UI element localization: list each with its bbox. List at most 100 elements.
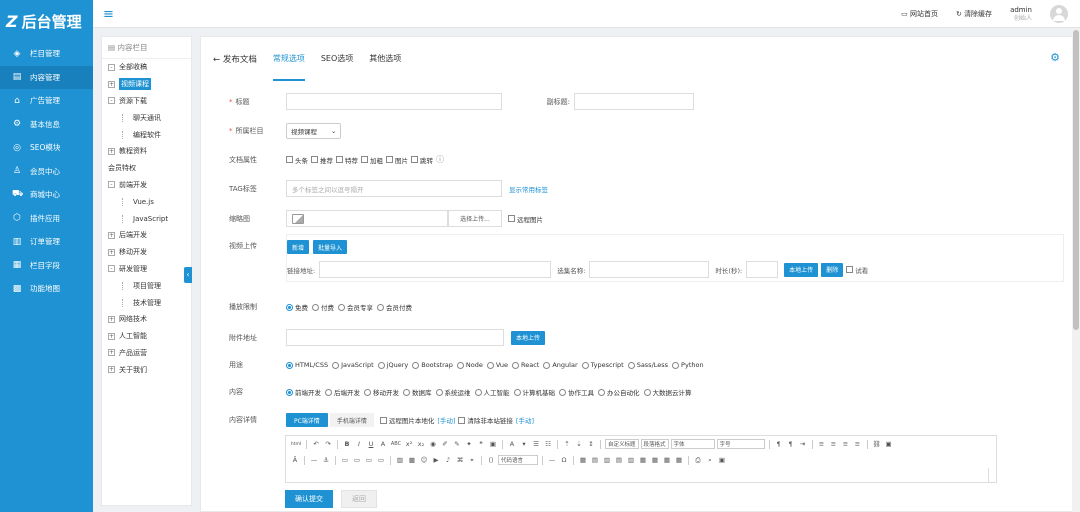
format-icon[interactable]: ◉ — [428, 439, 438, 449]
search-icon[interactable]: ⌕ — [705, 455, 715, 465]
user-info[interactable]: admin 创始人 — [1010, 6, 1032, 22]
redo-icon[interactable]: ↷ — [323, 439, 333, 449]
scrollbar-thumb[interactable] — [1073, 30, 1079, 330]
checkbox-attr-list-1[interactable]: 推荐 — [311, 155, 333, 165]
radio-play-list-0[interactable]: 免费 — [286, 302, 308, 312]
radio-content-list-0[interactable]: 前端开发 — [286, 387, 321, 397]
tag-input[interactable]: 多个标签之间以逗号隔开 — [286, 180, 502, 197]
radio-content-list-6[interactable]: 计算机基础 — [513, 387, 555, 397]
radio-use-list-5[interactable]: Vue — [486, 361, 508, 369]
strip-links-manual-link[interactable]: [手动] — [516, 415, 534, 425]
app-logo[interactable]: Z 后台管理 — [0, 0, 93, 42]
superscript-icon[interactable]: x² — [404, 439, 414, 449]
help-icon[interactable]: ⓘ — [436, 154, 444, 165]
collapse-icon[interactable]: - — [108, 63, 115, 71]
tree-item[interactable]: JavaScript — [102, 210, 191, 227]
menu-toggle-icon[interactable]: ≡ — [103, 7, 114, 22]
clear-cache-link[interactable]: ↻ 清除缓存 — [956, 9, 992, 19]
radio-use-list-3[interactable]: Bootstrap — [412, 361, 453, 369]
tree-item[interactable]: + 产品运营 — [102, 345, 191, 362]
align-right-icon[interactable]: ≡ — [841, 439, 851, 449]
hr-icon[interactable]: — — [547, 455, 557, 465]
table-insert-col-icon[interactable]: ▥ — [602, 455, 612, 465]
tree-item[interactable]: + 移动开发 — [102, 244, 191, 261]
remote-img-checkbox[interactable]: 远程图片本地化 — [379, 415, 434, 425]
underline-icon[interactable]: U — [366, 439, 376, 449]
video-icon[interactable]: ▶ — [431, 455, 441, 465]
radio-content-list-3[interactable]: 数据库 — [403, 387, 432, 397]
font-select[interactable]: 字体 — [670, 439, 715, 449]
ordered-list-icon[interactable]: ☰ — [531, 439, 541, 449]
checkbox-attr-list-0[interactable]: 头条 — [286, 155, 308, 165]
table-insert-row-icon[interactable]: ▤ — [590, 455, 600, 465]
format-match-icon[interactable]: ✦ — [464, 439, 474, 449]
autotype-icon[interactable]: ✐ — [440, 439, 450, 449]
lineheight-icon[interactable]: ↕ — [586, 439, 596, 449]
sidebar-item-2[interactable]: ⌂ 广告管理 — [0, 89, 93, 113]
tree-item[interactable]: - 资源下载 — [102, 93, 191, 110]
tree-item[interactable]: + 后端开发 — [102, 227, 191, 244]
editor-scrollbar[interactable] — [988, 468, 996, 482]
expand-icon[interactable]: + — [108, 147, 115, 155]
expand-icon[interactable]: + — [108, 366, 115, 374]
radio-play-list-1[interactable]: 付费 — [312, 302, 334, 312]
radio-content-list-5[interactable]: 人工智能 — [474, 387, 510, 397]
collapse-tree-button[interactable]: ‹ — [184, 267, 192, 283]
sidebar-item-7[interactable]: ⬡ 插件应用 — [0, 207, 93, 231]
radio-content-list-8[interactable]: 办公自动化 — [598, 387, 640, 397]
image-right-icon[interactable]: ▭ — [364, 455, 374, 465]
tab-other[interactable]: 其他选项 — [369, 37, 401, 81]
attach-input[interactable] — [286, 329, 504, 346]
italic-icon[interactable]: I — [354, 439, 364, 449]
bg-color-icon[interactable]: ▾ — [519, 439, 529, 449]
image-center-icon[interactable]: ▭ — [376, 455, 386, 465]
tab-seo[interactable]: SEO选项 — [321, 37, 353, 81]
radio-content-list-4[interactable]: 系统运维 — [435, 387, 471, 397]
title-input[interactable] — [286, 93, 502, 110]
table-split-icon[interactable]: ▦ — [650, 455, 660, 465]
radio-use-list-0[interactable]: HTML/CSS — [286, 361, 328, 369]
radio-use-list-2[interactable]: jQuery — [377, 361, 408, 369]
indent-icon[interactable]: ⇥ — [798, 439, 808, 449]
unordered-list-icon[interactable]: ☷ — [543, 439, 553, 449]
horizontal-rule-icon[interactable]: — — [309, 455, 319, 465]
checkbox-attr-list-3[interactable]: 加粗 — [361, 155, 383, 165]
attach-upload-button[interactable]: 本地上传 — [511, 330, 546, 345]
map-icon[interactable]: ⌖ — [467, 455, 477, 465]
rich-text-editor[interactable]: html ↶ ↷ B I U A ABC x² x₂ ◉ ✐ ✎ ✦ ❝ ▣ A ▾ ☰ ☷ ⇡ ⇣ ↕ 自定义标题… — [285, 435, 997, 483]
fullscreen-icon[interactable]: ▣ — [884, 439, 894, 449]
home-link[interactable]: ▭ 网站首页 — [901, 9, 938, 19]
fontborder-icon[interactable]: A — [378, 439, 388, 449]
tree-item[interactable]: + 关于我们 — [102, 361, 191, 378]
bold-icon[interactable]: B — [342, 439, 352, 449]
video-local-upload-button[interactable]: 本地上传 — [784, 262, 819, 277]
back-button[interactable]: 返回 — [341, 490, 377, 508]
page-scrollbar[interactable] — [1072, 28, 1080, 512]
quote-icon[interactable]: ❝ — [476, 439, 486, 449]
emotion-icon[interactable]: ☺ — [419, 455, 429, 465]
radio-content-list-9[interactable]: 大数据云计算 — [643, 387, 692, 397]
video-delete-button[interactable]: 删除 — [821, 262, 844, 277]
video-name-input[interactable] — [589, 261, 710, 278]
radio-use-list-7[interactable]: Angular — [543, 361, 578, 369]
brush-icon[interactable]: ✎ — [452, 439, 462, 449]
multi-image-icon[interactable]: ▩ — [407, 455, 417, 465]
collapse-icon[interactable]: - — [108, 265, 115, 273]
radio-use-list-6[interactable]: React — [512, 361, 539, 369]
detail-tab-pc[interactable]: PC端详情 — [286, 413, 328, 427]
image-none-icon[interactable]: ▭ — [352, 455, 362, 465]
expand-icon[interactable]: + — [108, 248, 115, 256]
paste-icon[interactable]: ▣ — [488, 439, 498, 449]
video-trial-checkbox[interactable]: 试看 — [846, 265, 868, 275]
radio-play-list-2[interactable]: 会员专享 — [338, 302, 373, 312]
rowspacing-top-icon[interactable]: ⇡ — [562, 439, 572, 449]
settings-gear-icon[interactable]: ⚙ — [1050, 51, 1060, 64]
tree-item[interactable]: 技术管理 — [102, 294, 191, 311]
font-color-icon[interactable]: A — [507, 439, 517, 449]
tab-general[interactable]: 常规选项 — [272, 37, 305, 81]
code-icon[interactable]: ⟨⟩ — [486, 455, 496, 465]
sidebar-item-10[interactable]: ▩ 功能地图 — [0, 277, 93, 301]
anchor-icon[interactable]: ⚓ — [321, 455, 331, 465]
radio-use-list-4[interactable]: Node — [456, 361, 483, 369]
align-center-icon[interactable]: ≡ — [829, 439, 839, 449]
